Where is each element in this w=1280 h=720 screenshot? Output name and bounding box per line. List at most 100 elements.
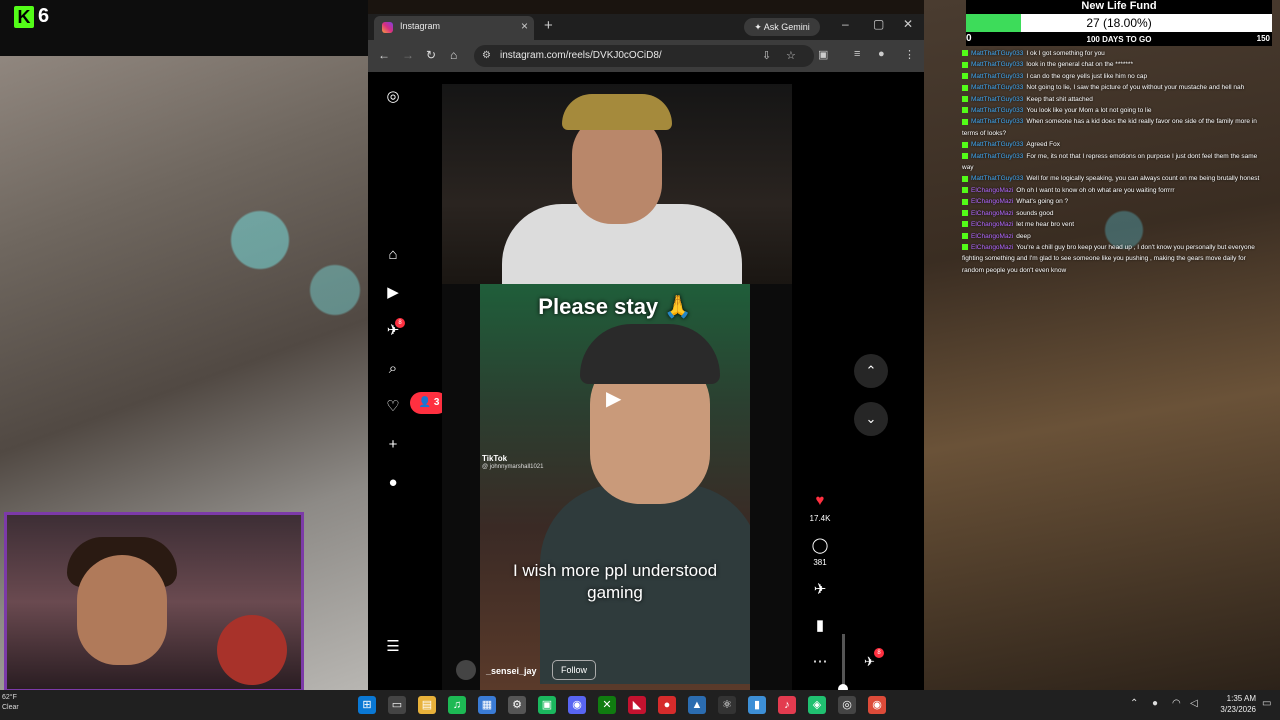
next-reel-button[interactable]: ⌄ — [854, 402, 888, 436]
new-tab-icon[interactable]: + — [544, 17, 553, 34]
reel-author-avatar[interactable] — [456, 660, 476, 680]
chat-app-icon[interactable]: ◈ — [808, 696, 826, 714]
kick-badge-icon — [962, 73, 968, 80]
chat-username: MattThatTGuy033 — [971, 152, 1024, 160]
weather-temp: 62°F — [2, 694, 17, 701]
reels-nav-icon[interactable]: ▶ — [384, 284, 402, 302]
reel-username[interactable]: _sensei_jay — [486, 666, 537, 676]
goal-progress-text: 27 (18.00%) — [1086, 16, 1152, 30]
split-view-icon[interactable]: ▣ — [818, 48, 828, 61]
chat-message: MattThatTGuy033 Not going to lie, I saw t… — [962, 82, 1262, 93]
webcam-overlay — [4, 512, 304, 692]
react-icon[interactable]: ⚛ — [718, 696, 736, 714]
spotify-icon[interactable]: ♫ — [448, 696, 466, 714]
kick-badge-icon — [962, 221, 968, 228]
top-person-face — [572, 114, 662, 224]
follow-button[interactable]: Follow — [552, 660, 596, 680]
menu-icon[interactable]: ⋮ — [904, 48, 915, 61]
profile-avatar-icon[interactable]: ● — [384, 474, 402, 492]
photos-icon[interactable]: ▲ — [688, 696, 706, 714]
chat-message: ElChangoMazi let me hear bro vent — [962, 219, 1262, 230]
editor-icon[interactable]: ▮ — [748, 696, 766, 714]
goal-title: New Life Fund — [1081, 0, 1157, 12]
more-options-icon[interactable]: ⋯ — [800, 652, 840, 670]
store-icon[interactable]: ▦ — [478, 696, 496, 714]
kick-logo-icon: K — [14, 6, 34, 28]
reload-icon[interactable]: ↻ — [426, 48, 436, 62]
kick-badge-icon — [962, 141, 968, 148]
tiktok-username: @ johnnymarshall1021 — [482, 464, 544, 470]
amd-icon[interactable]: ◣ — [628, 696, 646, 714]
chat-text: Agreed Fox — [1026, 141, 1060, 149]
create-icon[interactable]: + — [384, 436, 402, 454]
home-nav-icon[interactable]: ⌂ — [384, 246, 402, 264]
home-icon[interactable]: ⌂ — [450, 48, 457, 62]
settings-icon[interactable]: ⚙ — [508, 696, 526, 714]
play-icon[interactable]: ▶ — [606, 386, 621, 411]
kick-badge-icon — [962, 118, 968, 125]
goal-days-left: 100 DAYS TO GO — [1086, 35, 1152, 44]
site-info-icon[interactable]: ⚙ — [482, 50, 491, 61]
volume-icon[interactable]: ◁ — [1190, 698, 1198, 709]
notification-center-icon[interactable]: ▭ — [1262, 698, 1271, 709]
install-app-icon[interactable]: ⇩ — [762, 49, 771, 62]
instagram-logo-icon[interactable]: ◎ — [384, 88, 402, 106]
chat-text: What's going on ? — [1016, 198, 1069, 206]
comment-icon[interactable]: ◯ — [800, 536, 840, 554]
reel-player[interactable]: Please stay 🙏 ▶ TikTok @ johnnymarshall1… — [442, 84, 848, 694]
notifications-icon[interactable]: ♡ — [384, 398, 402, 416]
wifi-icon[interactable]: ◠ — [1172, 698, 1181, 709]
more-menu-icon[interactable]: ☰ — [384, 638, 402, 656]
chat-message: ElChangoMazi You're a chill guy bro keep … — [962, 242, 1262, 276]
close-tab-icon[interactable]: × — [521, 19, 528, 33]
task-view-icon[interactable]: ▭ — [388, 696, 406, 714]
profile-icon[interactable]: ● — [878, 48, 885, 60]
save-icon[interactable]: ▮ — [800, 616, 840, 634]
address-bar[interactable]: ⚙ instagram.com/reels/DVKJ0cOCiD8/ ⇩ ☆ — [474, 45, 814, 67]
start-icon[interactable]: ⊞ — [358, 696, 376, 714]
chat-message: ElChangoMazi Oh oh I want to know oh oh w… — [962, 185, 1262, 196]
kick-badge-icon — [962, 187, 968, 194]
media-controls-icon[interactable]: ≡ — [854, 48, 860, 60]
steam-icon[interactable]: ◎ — [838, 696, 856, 714]
maximize-icon[interactable]: ▢ — [873, 17, 884, 31]
ask-gemini-button[interactable]: ✦ Ask Gemini — [744, 18, 820, 36]
reel-top-video — [442, 84, 792, 284]
search-icon[interactable]: ⌕ — [384, 360, 402, 378]
like-icon[interactable]: ♥ — [800, 492, 840, 509]
chat-username: MattThatTGuy033 — [971, 107, 1024, 115]
minimize-icon[interactable]: – — [842, 17, 849, 31]
close-window-icon[interactable]: ✕ — [903, 17, 913, 31]
chat-message: MattThatTGuy033 For me, its not that I re… — [962, 151, 1262, 174]
file-explorer-icon[interactable]: ▤ — [418, 696, 436, 714]
chat-username: ElChangoMazi — [971, 232, 1014, 240]
clock[interactable]: 1:35 AM 3/23/2026 — [1208, 693, 1256, 715]
chat-username: MattThatTGuy033 — [971, 72, 1024, 80]
tray-overflow-icon[interactable]: ⌃ — [1130, 698, 1138, 709]
weather-widget[interactable]: 62°F Clear — [2, 693, 19, 713]
share-icon[interactable]: ✈ — [800, 580, 840, 598]
kick-badge-icon — [962, 50, 968, 57]
record-icon[interactable]: ● — [658, 696, 676, 714]
chat-message: MattThatTGuy033 Well for me logically spe… — [962, 173, 1262, 184]
chat-message: ElChangoMazi deep — [962, 231, 1262, 242]
clock-date: 3/23/2026 — [1220, 705, 1256, 714]
tab-instagram[interactable]: Instagram × — [374, 16, 534, 40]
app-icon[interactable]: ▣ — [538, 696, 556, 714]
discord-icon[interactable]: ◉ — [568, 696, 586, 714]
kick-badge-icon — [962, 152, 968, 159]
back-icon[interactable]: ← — [378, 48, 390, 62]
kick-badge-icon — [962, 175, 968, 182]
mic-icon[interactable]: ● — [1152, 698, 1158, 709]
forward-icon[interactable]: → — [402, 48, 414, 62]
comment-count: 381 — [813, 558, 827, 567]
clock-time: 1:35 AM — [1226, 694, 1256, 703]
bookmark-star-icon[interactable]: ☆ — [786, 49, 796, 62]
music-icon[interactable]: ♪ — [778, 696, 796, 714]
xbox-icon[interactable]: ✕ — [598, 696, 616, 714]
chat-username: MattThatTGuy033 — [971, 141, 1024, 149]
chrome-icon[interactable]: ◉ — [868, 696, 886, 714]
chat-text: Well for me logically speaking, you can … — [1026, 175, 1260, 183]
previous-reel-button[interactable]: ⌃ — [854, 354, 888, 388]
chat-text: I ok I got something for you — [1026, 50, 1105, 57]
